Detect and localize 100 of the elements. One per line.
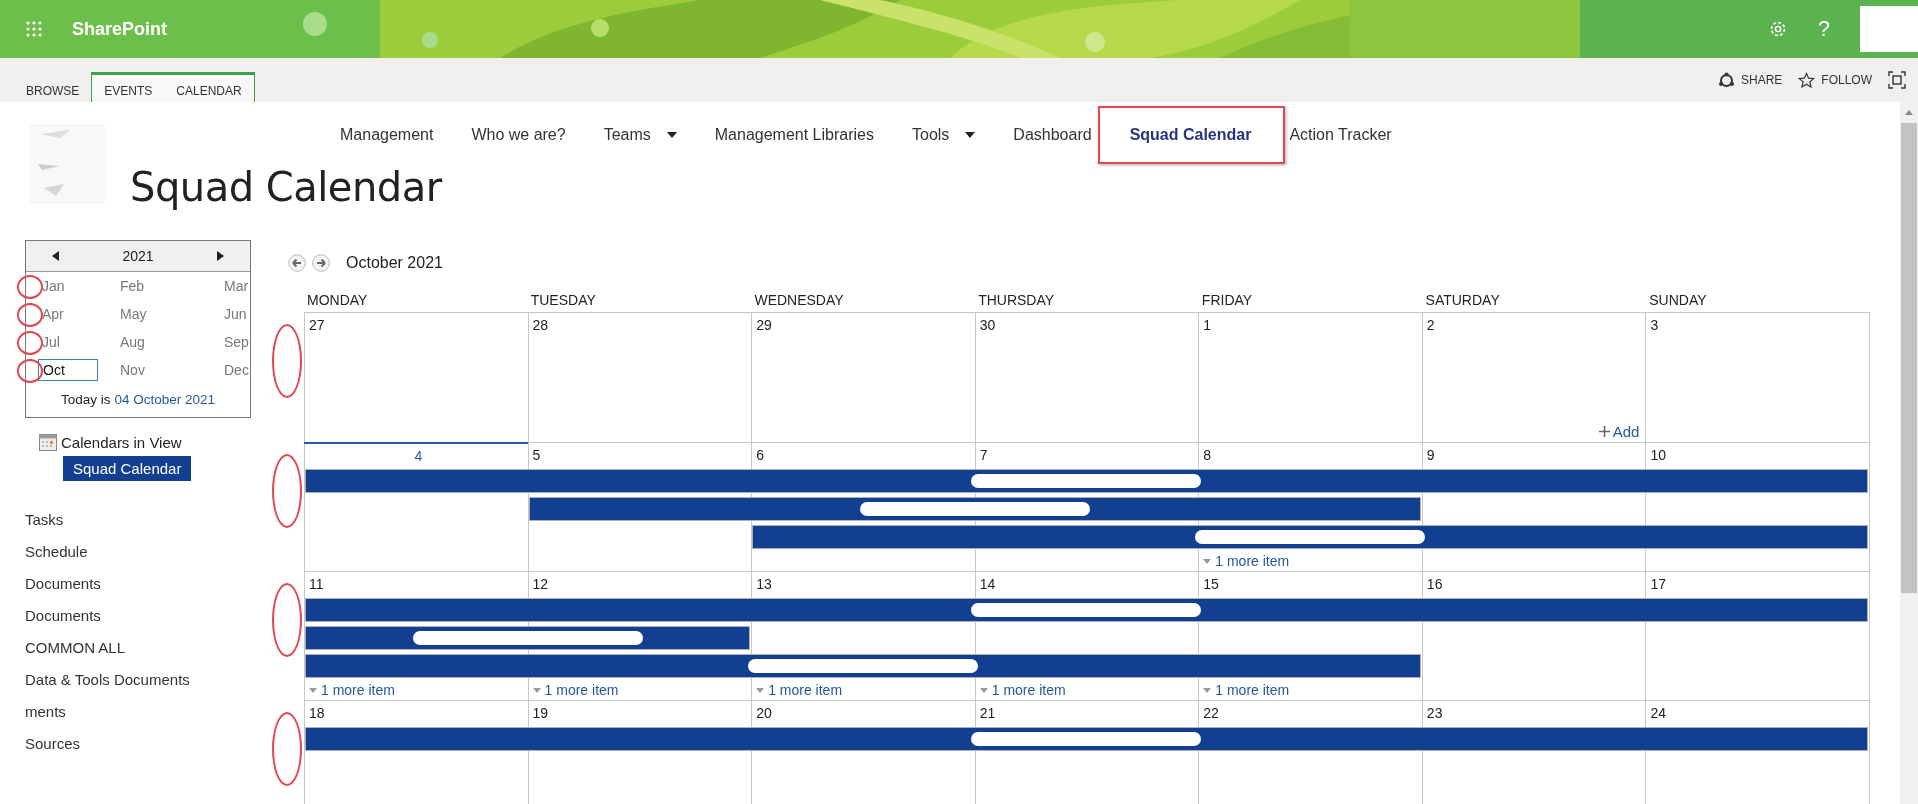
event-bar[interactable] [305,626,751,650]
day-number[interactable]: 5 [527,443,752,465]
calendar-chip[interactable]: Squad Calendar [63,456,192,481]
ribbon-action[interactable]: SHARE [1718,71,1783,89]
day-number[interactable]: 8 [1198,443,1422,465]
day-number[interactable]: 1 [1198,313,1422,335]
event-bar[interactable] [305,469,1868,493]
event-bar[interactable] [305,654,1421,678]
nav-link[interactable]: Documents [25,607,262,624]
day-number[interactable]: 16 [1421,572,1646,594]
month-item[interactable]: May [116,304,176,324]
weekday-header: WEDNESDAY [753,292,845,310]
ribbon-action[interactable]: FOLLOW [1798,71,1872,89]
day-number[interactable]: 30 [974,313,1199,335]
nav-link[interactable]: Documents [25,575,262,592]
weekday-header: MONDAY [306,292,369,310]
next-year-icon[interactable] [217,251,224,261]
annotation-circle [17,331,43,355]
nav-link[interactable]: Data & Tools Documents [25,671,262,688]
today-label: Today is [60,392,111,407]
today-link[interactable]: 04 October 2021 [114,392,216,407]
next-month-icon[interactable] [312,254,330,272]
nav-link[interactable]: Management [340,126,434,144]
ribbon-tab[interactable]: EVENTS [91,72,165,102]
nav-link[interactable]: Tools [912,126,950,144]
nav-link[interactable]: Who we are? [471,126,566,144]
scroll-up-icon[interactable] [1905,110,1913,115]
calendar-icon [39,434,57,451]
nav-link[interactable]: Management Libraries [714,126,874,144]
event-bar[interactable] [528,497,1421,521]
previous-month-icon[interactable] [288,254,306,272]
ribbon-tab[interactable]: CALENDAR [164,72,255,102]
month-item[interactable]: Feb [116,276,176,296]
day-number[interactable]: 15 [1198,572,1422,594]
more-items-link[interactable]: 1 more item [974,682,1199,698]
more-items-link[interactable]: 1 more item [527,682,752,698]
day-number[interactable]: 27 [304,313,528,335]
day-number[interactable]: 20 [751,701,975,723]
nav-link[interactable]: Action Tracker [1289,126,1392,144]
month-item[interactable]: Sep [220,332,280,352]
scrollbar[interactable] [1900,102,1918,804]
more-items-link[interactable]: 1 more item [751,682,975,698]
ribbon-tab[interactable]: BROWSE [14,72,92,102]
day-number[interactable]: 29 [751,313,975,335]
day-number[interactable]: 12 [527,572,752,594]
event-bar[interactable] [305,727,1868,751]
focus-mode-icon[interactable] [1888,71,1906,89]
annotation-circle [17,303,43,327]
nav-link[interactable]: Dashboard [1013,126,1092,144]
day-number[interactable]: 19 [527,701,752,723]
caret-icon[interactable] [666,132,677,138]
day-number[interactable]: 23 [1421,701,1646,723]
annotation-circle [17,275,43,299]
day-number[interactable]: 9 [1421,443,1646,465]
month-item[interactable]: Jul [38,332,98,352]
star-icon[interactable] [1798,71,1816,89]
day-number[interactable]: 18 [304,701,528,723]
day-number[interactable]: 6 [751,443,975,465]
previous-year-icon[interactable] [52,251,59,261]
more-items-link[interactable]: 1 more item [1198,682,1422,698]
nav-link[interactable]: Schedule [25,543,262,560]
more-items-link[interactable]: 1 more item [1198,553,1422,569]
more-items-link[interactable]: 1 more item [304,682,528,698]
section-title: Calendars in View [61,434,182,451]
day-number[interactable]: 10 [1645,443,1869,465]
year-label: 2021 [122,248,154,264]
month-item[interactable]: Jan [38,276,98,296]
nav-link[interactable]: Squad Calendar [1129,126,1252,144]
day-number[interactable]: 28 [527,313,752,335]
nav-link[interactable]: Teams [603,126,651,144]
month-item[interactable]: Aug [116,332,176,352]
month-item[interactable]: Dec [220,360,280,380]
event-bar[interactable] [305,598,1868,622]
caret-icon[interactable] [965,132,976,138]
day-number[interactable]: 24 [1645,701,1869,723]
nav-link[interactable]: ments [25,703,262,720]
nav-link[interactable]: Tasks [25,511,262,528]
day-number[interactable]: 3 [1645,313,1869,335]
day-number[interactable]: 14 [974,572,1199,594]
nav-link[interactable]: COMMON ALL [25,639,262,656]
month-item[interactable]: Apr [38,304,98,324]
month-title: October 2021 [346,254,443,272]
day-number[interactable]: 17 [1645,572,1869,594]
nav-link[interactable]: Sources [25,735,262,752]
plus-icon[interactable] [1598,426,1610,437]
month-item[interactable]: Nov [116,360,176,380]
day-number[interactable]: 21 [974,701,1199,723]
share-icon[interactable] [1718,71,1735,89]
day-number[interactable]: 11 [304,572,528,594]
day-number[interactable]: 22 [1198,701,1422,723]
day-number[interactable]: 2 [1421,313,1646,335]
day-number[interactable]: 4 [304,442,528,465]
month-item[interactable]: Jun [220,304,280,324]
day-number[interactable]: 13 [751,572,975,594]
day-number[interactable]: 7 [974,443,1199,465]
weekday-header: SUNDAY [1648,292,1708,310]
event-bar[interactable] [752,525,1868,549]
month-item[interactable]: Mar [220,276,280,296]
add-event-link[interactable]: Add [1598,423,1646,440]
month-item[interactable]: Oct [38,359,98,381]
